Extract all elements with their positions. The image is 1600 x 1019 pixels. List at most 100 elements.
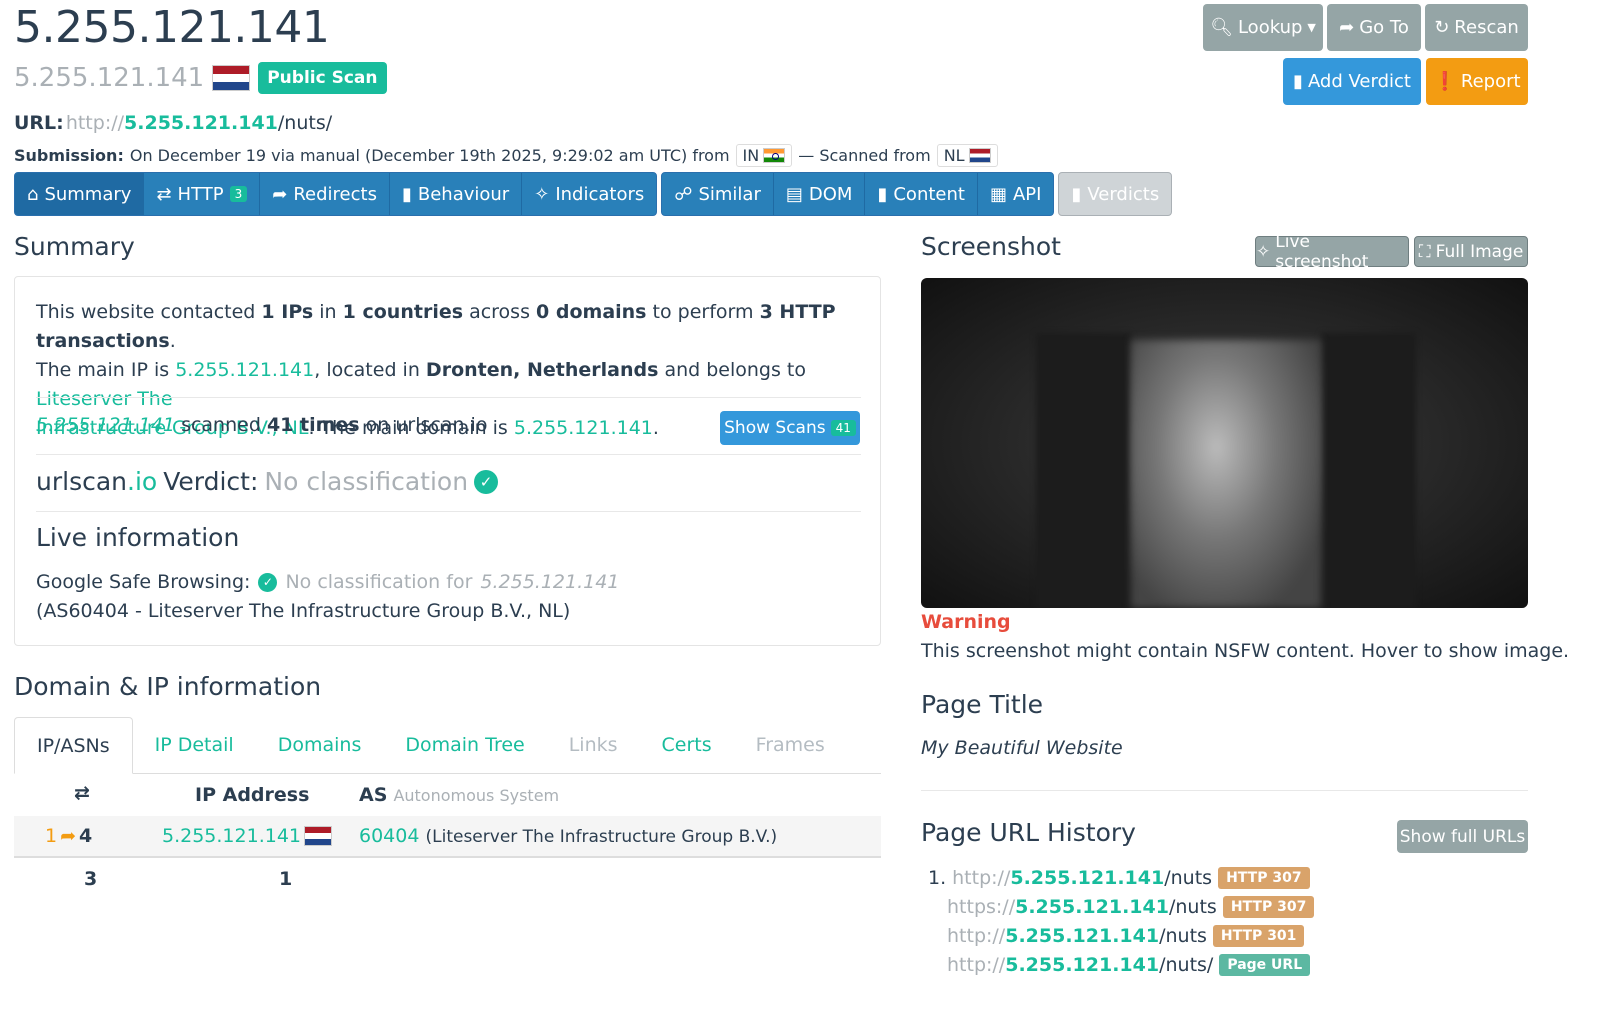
summary-text: , located in — [314, 359, 420, 381]
divider — [36, 397, 861, 398]
url-host-link[interactable]: 5.255.121.141 — [124, 112, 278, 134]
row-as: 60404 (Liteserver The Infrastructure Gro… — [359, 825, 777, 847]
expand-icon: ⛶ — [1418, 241, 1431, 262]
history-url[interactable]: http://5.255.121.141/nuts/ — [947, 954, 1213, 976]
check-circle-icon: ✓ — [258, 573, 278, 592]
share-arrow-icon: ➦ — [272, 183, 288, 205]
check-circle-icon: ✓ — [474, 469, 499, 494]
scanned-from-text: — Scanned from — [798, 146, 931, 165]
url-scheme: http:// — [947, 953, 1006, 976]
history-url[interactable]: http://5.255.121.141/nuts — [947, 925, 1207, 947]
file-icon: ▮ — [877, 183, 888, 205]
live-screenshot-button[interactable]: ✧ Live screenshot — [1255, 232, 1409, 272]
url-path: /nuts — [1164, 866, 1213, 889]
report-button[interactable]: ❗ Report — [1426, 58, 1528, 105]
tab-certs[interactable]: Certs — [640, 717, 734, 773]
show-scans-button[interactable]: Show Scans 41 — [720, 411, 860, 445]
total-requests: 3 — [84, 868, 98, 890]
summary-heading: Summary — [14, 232, 135, 261]
from-country-code: IN — [742, 146, 760, 165]
summary-panel: This website contacted 1 IPs in 1 countr… — [14, 276, 881, 646]
show-full-urls-button[interactable]: Show full URLs — [1397, 820, 1528, 853]
summary-text: and belongs to — [664, 359, 807, 381]
scan-ip-link[interactable]: 5.255.121.141 — [36, 414, 175, 436]
live-screenshot-label: Live screenshot — [1275, 231, 1369, 272]
page-title-heading: Page Title — [921, 690, 1044, 719]
full-image-button[interactable]: ⛶ Full Image — [1414, 236, 1528, 267]
page-subtitle: 5.255.121.141 Public Scan — [14, 62, 387, 94]
tab-api[interactable]: ▦ API — [978, 173, 1053, 215]
tab-dom[interactable]: ▤ DOM — [774, 173, 866, 215]
url-scheme: http:// — [952, 866, 1011, 889]
history-url[interactable]: http://5.255.121.141/nuts — [952, 867, 1212, 889]
tab-summary[interactable]: ⌂ Summary — [15, 173, 145, 215]
url-scheme: https:// — [947, 895, 1016, 918]
tab-domains[interactable]: Domains — [256, 717, 384, 773]
url-host: 5.255.121.141 — [1015, 895, 1169, 918]
page-title-value: My Beautiful Website — [921, 737, 1123, 759]
tab-http[interactable]: ⇄ HTTP 3 — [144, 173, 261, 215]
verdict-value: No classification — [264, 467, 469, 496]
owner-link[interactable]: Liteserver The — [36, 388, 173, 410]
comment-icon: ▮ — [1293, 71, 1303, 92]
tab-links[interactable]: Links — [547, 717, 640, 773]
asn-note: (AS60404 - Liteserver The Infrastructure… — [36, 600, 571, 622]
tab-similar-label: Similar — [698, 183, 761, 205]
gsb-value: No classification for — [285, 571, 473, 593]
blurred-region — [1321, 333, 1416, 608]
col-ip-address: IP Address — [195, 784, 310, 806]
rescan-button[interactable]: ↻ Rescan — [1425, 4, 1528, 51]
list-item: http://5.255.121.141/nuts HTTP 301 — [928, 921, 1328, 950]
blurred-region — [1036, 333, 1131, 608]
request-total: 4 — [79, 825, 93, 847]
tab-redirects[interactable]: ➦ Redirects — [260, 173, 390, 215]
tab-indicators[interactable]: ✧ Indicators — [522, 173, 656, 215]
exchange-icon: ⇄ — [74, 782, 90, 804]
refresh-icon: ↻ — [1434, 17, 1450, 38]
asn-link[interactable]: 60404 — [359, 825, 419, 847]
url-host: 5.255.121.141 — [1005, 924, 1160, 947]
main-domain-link[interactable]: 5.255.121.141 — [514, 417, 653, 439]
share-arrow-icon: ➦ — [1339, 17, 1355, 38]
tab-ip-detail[interactable]: IP Detail — [133, 717, 256, 773]
link-icon: ☍ — [674, 183, 693, 205]
tab-behaviour[interactable]: ▮ Behaviour — [390, 173, 523, 215]
url-label: URL: — [14, 112, 64, 134]
brand-text: urlscan — [36, 467, 128, 496]
lookup-button[interactable]: 🔍︎ Lookup ▼ — [1203, 4, 1323, 51]
gsb-ip: 5.255.121.141 — [480, 571, 620, 593]
scan-count-line: 5.255.121.141 scanned 41 times on urlsca… — [36, 411, 487, 440]
nav-group-primary: ⌂ Summary ⇄ HTTP 3 ➦ Redirects ▮ Behavio… — [14, 172, 658, 216]
summary-text: in — [319, 301, 337, 323]
public-scan-badge: Public Scan — [258, 62, 387, 94]
screenshot-heading: Screenshot — [921, 232, 1061, 261]
tab-ip-asns[interactable]: IP/ASNs — [14, 717, 133, 774]
screenshot-image[interactable] — [921, 278, 1528, 608]
add-verdict-button[interactable]: ▮ Add Verdict — [1283, 58, 1421, 105]
tab-frames[interactable]: Frames — [734, 717, 847, 773]
url-path: /nuts — [1168, 895, 1217, 918]
url-path: /nuts/ — [277, 112, 333, 134]
tab-content[interactable]: ▮ Content — [865, 173, 978, 215]
result-tabs: ⌂ Summary ⇄ HTTP 3 ➦ Redirects ▮ Behavio… — [14, 172, 1176, 216]
nav-group-secondary: ☍ Similar ▤ DOM ▮ Content ▦ API — [661, 172, 1055, 216]
scanned-country-code: NL — [943, 146, 965, 165]
main-ip-link[interactable]: 5.255.121.141 — [175, 359, 314, 381]
show-scans-count: 41 — [830, 420, 856, 436]
crosshairs-icon: ✧ — [1256, 241, 1271, 262]
divider — [921, 790, 1528, 791]
http-count-badge: 3 — [229, 186, 248, 202]
row-ip-link[interactable]: 5.255.121.141 — [162, 825, 301, 847]
goto-button[interactable]: ➦ Go To — [1327, 4, 1421, 51]
request-count: 1 ➦ 4 — [45, 825, 92, 847]
summary-text: . — [169, 330, 176, 352]
comment-icon: ▮ — [1071, 183, 1082, 205]
history-url[interactable]: https://5.255.121.141/nuts — [947, 896, 1217, 918]
from-country-pill: IN — [735, 144, 793, 167]
status-badge: Page URL — [1219, 953, 1311, 976]
tab-verdicts[interactable]: ▮ Verdicts — [1059, 173, 1171, 215]
exclamation-circle-icon: ❗ — [1433, 71, 1456, 92]
tab-domain-tree[interactable]: Domain Tree — [383, 717, 546, 773]
tab-http-label: HTTP — [177, 183, 224, 205]
tab-similar[interactable]: ☍ Similar — [662, 173, 774, 215]
